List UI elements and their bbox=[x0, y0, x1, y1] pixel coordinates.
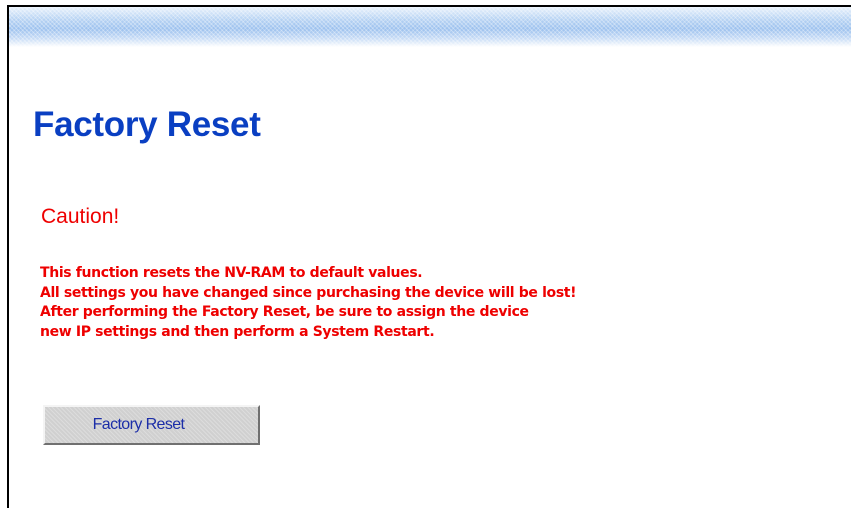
warning-line: After performing the Factory Reset, be s… bbox=[40, 304, 529, 320]
caution-heading: Caution! bbox=[41, 205, 120, 228]
warning-line: All settings you have changed since purc… bbox=[40, 284, 577, 301]
warning-line: This function resets the NV-RAM to defau… bbox=[40, 265, 423, 281]
factory-reset-button[interactable]: Factory Reset bbox=[43, 405, 260, 445]
page: Factory Reset Caution! This function res… bbox=[0, 0, 851, 508]
page-title: Factory Reset bbox=[33, 105, 261, 144]
warning-line: new IP settings and then perform a Syste… bbox=[40, 323, 435, 340]
warning-message: This function resets the NV-RAM to defau… bbox=[40, 264, 577, 342]
header-band bbox=[9, 7, 851, 47]
